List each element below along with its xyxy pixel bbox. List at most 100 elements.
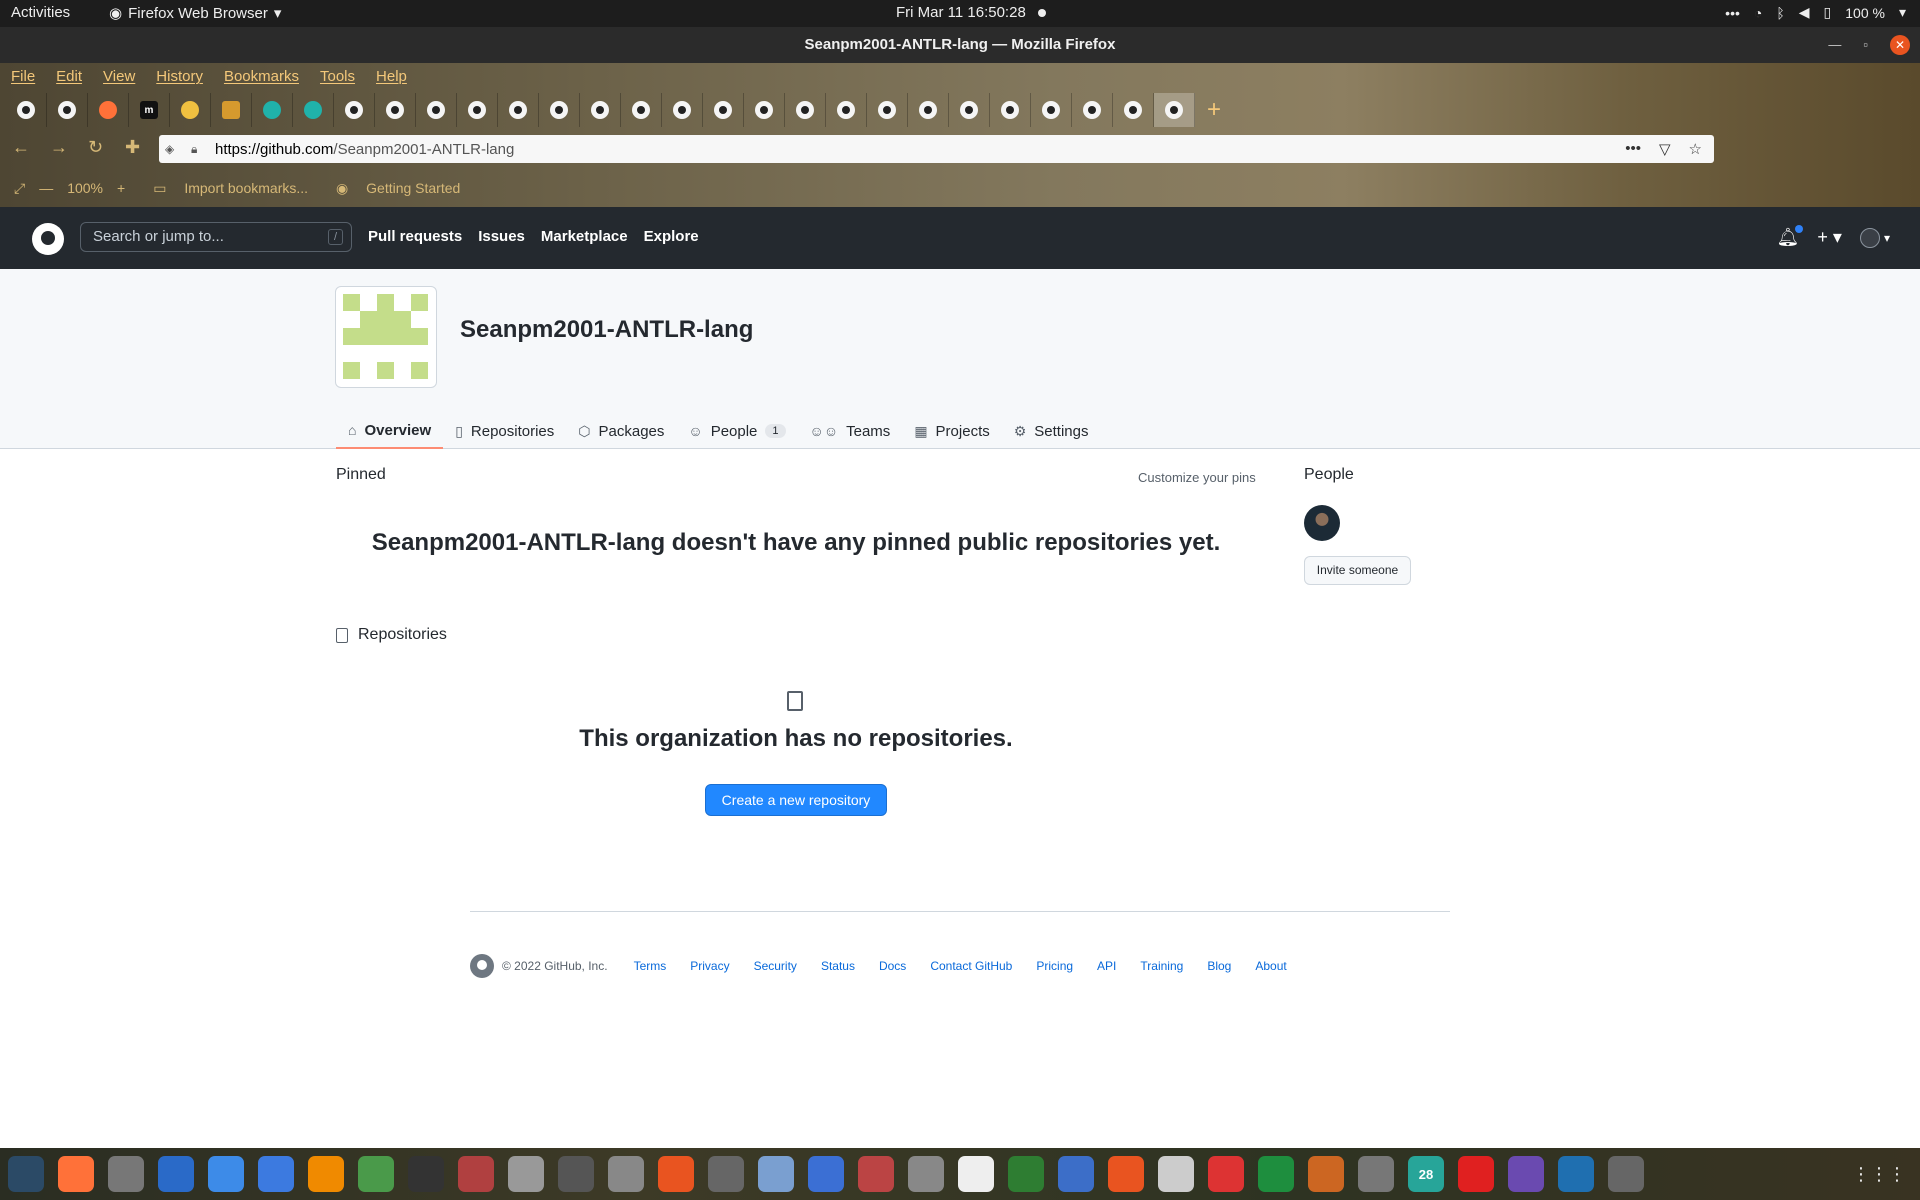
maximize-icon[interactable]: ▫ [1863, 27, 1868, 63]
browser-tab[interactable] [949, 93, 990, 127]
browser-tab[interactable] [1072, 93, 1113, 127]
software-center-icon[interactable] [658, 1156, 694, 1192]
browser-tab[interactable] [375, 93, 416, 127]
activities-button[interactable]: Activities [11, 4, 70, 21]
reload-icon[interactable]: ↻ [88, 137, 103, 158]
help-icon[interactable] [208, 1156, 244, 1192]
footer-link-training[interactable]: Training [1140, 959, 1183, 973]
notifications-bell-icon[interactable]: 🔔︎ [1777, 225, 1804, 248]
member-avatar[interactable] [1304, 505, 1340, 541]
browser-tab[interactable] [785, 93, 826, 127]
bookmark-star-icon[interactable]: ☆ [1689, 140, 1702, 158]
github-logo-icon[interactable] [32, 223, 64, 255]
update-icon[interactable] [1108, 1156, 1144, 1192]
browser-tab[interactable] [1154, 93, 1195, 127]
menu-tools[interactable]: Tools [320, 63, 366, 91]
webcam-icon[interactable] [1508, 1156, 1544, 1192]
system-monitor-icon[interactable] [458, 1156, 494, 1192]
back-icon[interactable]: ← [12, 137, 30, 158]
tab-settings[interactable]: ⚙ Settings [1002, 413, 1101, 449]
tab-repositories[interactable]: ▯ Repositories [443, 413, 566, 449]
menu-edit[interactable]: Edit [56, 63, 93, 91]
pdf-icon[interactable] [1208, 1156, 1244, 1192]
calendar-icon[interactable]: 28 [1408, 1156, 1444, 1192]
url-bar[interactable]: ◈ 🔒︎ https://github.com/Seanpm2001-ANTLR… [159, 135, 1714, 163]
screen-share-icon[interactable] [1058, 1156, 1094, 1192]
footer-link-contact-github[interactable]: Contact GitHub [930, 959, 1012, 973]
game-icon[interactable] [1308, 1156, 1344, 1192]
browser-tab[interactable] [1113, 93, 1154, 127]
browser-tab[interactable] [908, 93, 949, 127]
spreadsheet-icon[interactable] [1258, 1156, 1294, 1192]
firefox-icon[interactable] [58, 1156, 94, 1192]
url-text[interactable]: https://github.com/Seanpm2001-ANTLR-lang [215, 141, 514, 158]
browser-tab[interactable] [252, 93, 293, 127]
browser-tab[interactable] [826, 93, 867, 127]
browser-tab[interactable] [47, 93, 88, 127]
document-viewer-icon[interactable] [158, 1156, 194, 1192]
tab-teams[interactable]: ☺☺ Teams [798, 413, 903, 449]
zoom-level[interactable]: 100% [67, 180, 103, 196]
create-repository-button[interactable]: Create a new repository [705, 784, 887, 816]
browser-tab[interactable] [662, 93, 703, 127]
menu-history[interactable]: History [156, 63, 214, 91]
browser-tab[interactable] [457, 93, 498, 127]
nav-pull-requests[interactable]: Pull requests [368, 228, 462, 245]
search-input[interactable]: Search or jump to... / [80, 222, 352, 252]
extension-manager-icon[interactable] [358, 1156, 394, 1192]
forward-icon[interactable]: → [50, 137, 68, 158]
browser-tab[interactable]: m [129, 93, 170, 127]
weather-icon[interactable] [1558, 1156, 1594, 1192]
browser-tab[interactable] [88, 93, 129, 127]
tab-overview[interactable]: ⌂ Overview [336, 413, 444, 449]
browser-tab[interactable] [1031, 93, 1072, 127]
terminal-icon[interactable] [408, 1156, 444, 1192]
nav-explore[interactable]: Explore [644, 228, 699, 245]
tasks-icon[interactable] [808, 1156, 844, 1192]
footer-link-terms[interactable]: Terms [634, 959, 667, 973]
footer-link-security[interactable]: Security [754, 959, 797, 973]
menu-file[interactable]: File [11, 63, 46, 91]
nav-marketplace[interactable]: Marketplace [541, 228, 628, 245]
browser-tab[interactable] [416, 93, 457, 127]
user-menu[interactable]: ▾ [1859, 227, 1890, 248]
nav-issues[interactable]: Issues [478, 228, 525, 245]
app-menu[interactable]: ◉ Firefox Web Browser ▾ [109, 4, 281, 23]
pocket-icon[interactable]: ▽ [1659, 140, 1671, 158]
image-viewer-icon[interactable] [608, 1156, 644, 1192]
browser-tab[interactable] [211, 93, 252, 127]
browser-tab[interactable] [6, 93, 47, 127]
font-viewer-icon[interactable] [758, 1156, 794, 1192]
menu-help[interactable]: Help [376, 63, 418, 91]
browser-tab[interactable] [703, 93, 744, 127]
tab-packages[interactable]: ⬡ Packages [566, 413, 676, 449]
footer-link-status[interactable]: Status [821, 959, 855, 973]
tab-people[interactable]: ☺ People 1 [676, 413, 797, 449]
shield-icon[interactable]: ◈ [165, 142, 181, 156]
settings-icon[interactable] [108, 1156, 144, 1192]
system-tray[interactable]: ••• ◔ ᛒ ◀ ▯ 100 % ▾ [1725, 4, 1906, 21]
bookmark-getting-started[interactable]: ◉ Getting Started [322, 180, 460, 197]
character-map-icon[interactable] [958, 1156, 994, 1192]
new-tab-icon[interactable]: + [1207, 96, 1221, 124]
system-monitor-icon[interactable] [8, 1156, 44, 1192]
menu-view[interactable]: View [103, 63, 146, 91]
calculator-icon[interactable] [558, 1156, 594, 1192]
lock-icon[interactable]: 🔒︎ [191, 142, 209, 157]
footer-link-api[interactable]: API [1097, 959, 1116, 973]
browser-tab[interactable] [334, 93, 375, 127]
clock[interactable]: Fri Mar 11 16:50:28 [896, 4, 1046, 21]
footer-link-about[interactable]: About [1255, 959, 1286, 973]
expand-icon[interactable]: ⤢ [14, 180, 25, 197]
customize-pins-link[interactable]: Customize your pins [1138, 470, 1256, 485]
browser-tab[interactable] [990, 93, 1031, 127]
close-icon[interactable]: ✕ [1890, 35, 1910, 55]
zoom-in-icon[interactable]: + [117, 180, 125, 196]
browser-tab[interactable] [539, 93, 580, 127]
music-icon[interactable] [1158, 1156, 1194, 1192]
show-applications-icon[interactable]: ⋮⋮⋮ [1852, 1164, 1906, 1185]
files-icon[interactable] [508, 1156, 544, 1192]
vlc-icon[interactable] [308, 1156, 344, 1192]
browser-tab[interactable] [293, 93, 334, 127]
browser-tab[interactable] [170, 93, 211, 127]
